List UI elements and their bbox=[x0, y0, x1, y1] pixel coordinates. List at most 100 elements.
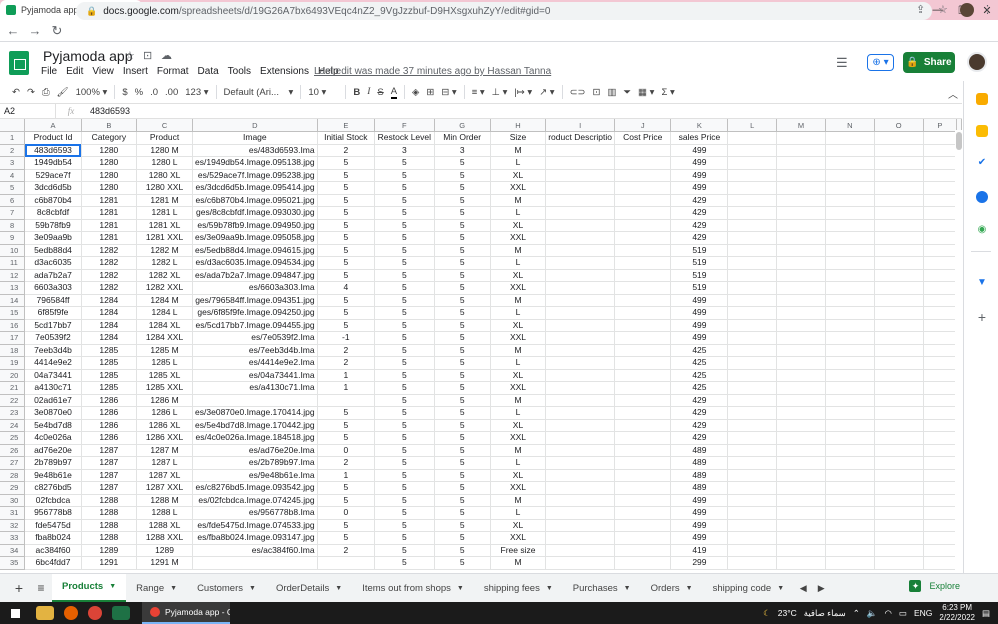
grid-cell[interactable]: 499 bbox=[670, 294, 729, 307]
grid-cell[interactable] bbox=[192, 556, 318, 570]
grid-cell[interactable] bbox=[776, 531, 826, 545]
grid-cell[interactable] bbox=[545, 506, 615, 520]
profile-avatar[interactable] bbox=[960, 3, 974, 17]
grid-cell[interactable]: 2 bbox=[317, 456, 376, 470]
grid-cell[interactable] bbox=[923, 394, 958, 407]
header-cell[interactable] bbox=[825, 131, 875, 145]
grid-cell[interactable] bbox=[825, 394, 875, 407]
grid-cell[interactable]: 5 bbox=[434, 381, 491, 395]
grid-cell[interactable]: 1287 bbox=[81, 444, 138, 457]
grid-cell[interactable] bbox=[317, 556, 376, 570]
grid-cell[interactable] bbox=[825, 356, 875, 370]
menu-item[interactable]: Format bbox=[157, 66, 189, 77]
grid-cell[interactable] bbox=[614, 506, 672, 520]
grid-cell[interactable] bbox=[874, 394, 924, 407]
grid-cell[interactable] bbox=[874, 406, 924, 420]
text-wrap-icon[interactable]: |↦ ▾ bbox=[514, 87, 532, 98]
row-header[interactable]: 26 bbox=[0, 444, 26, 457]
grid-cell[interactable] bbox=[545, 494, 615, 507]
grid-cell[interactable] bbox=[776, 456, 826, 470]
column-header[interactable]: P bbox=[923, 119, 958, 132]
grid-cell[interactable]: 1282 bbox=[81, 244, 138, 257]
row-header[interactable]: 31 bbox=[0, 506, 26, 520]
grid-cell[interactable] bbox=[776, 269, 826, 282]
grid-cell[interactable]: a4130c71 bbox=[24, 381, 82, 395]
grid-cell[interactable] bbox=[776, 306, 826, 320]
print-icon[interactable]: ⎙ bbox=[42, 87, 50, 98]
grid-cell[interactable] bbox=[727, 556, 777, 570]
grid-cell[interactable] bbox=[614, 256, 672, 270]
grid-cell[interactable]: es/5e4bd7d8.Image.170442.jpg bbox=[192, 419, 318, 432]
grid-cell[interactable] bbox=[825, 244, 875, 257]
grid-cell[interactable]: 1282 bbox=[81, 269, 138, 282]
grid-cell[interactable] bbox=[825, 306, 875, 320]
grid-cell[interactable]: 5 bbox=[374, 269, 435, 282]
grid-cell[interactable] bbox=[923, 356, 958, 370]
column-header[interactable]: A bbox=[24, 119, 82, 132]
user-avatar[interactable] bbox=[967, 52, 987, 72]
filter-views-icon[interactable]: ▦ ▾ bbox=[638, 87, 654, 98]
grid-cell[interactable]: L bbox=[490, 356, 547, 370]
input-language[interactable]: ENG bbox=[914, 608, 932, 618]
grid-cell[interactable] bbox=[874, 369, 924, 382]
grid-cell[interactable] bbox=[923, 456, 958, 470]
taskbar-chrome-window[interactable]: Pyjamoda app - Go... bbox=[142, 602, 230, 624]
grid-cell[interactable] bbox=[727, 169, 777, 182]
grid-cell[interactable]: 6bc4fdd7 bbox=[24, 556, 82, 570]
grid-cell[interactable]: 02ad61e7 bbox=[24, 394, 82, 407]
vertical-scrollbar[interactable] bbox=[955, 130, 963, 572]
header-cell[interactable]: roduct Descriptio bbox=[545, 131, 615, 145]
grid-cell[interactable]: 5 bbox=[374, 369, 435, 382]
grid-cell[interactable]: 5 bbox=[317, 294, 376, 307]
grid-cell[interactable]: es/3e0870e0.Image.170414.jpg bbox=[192, 406, 318, 420]
grid-cell[interactable]: es/04a73441.Ima bbox=[192, 369, 318, 382]
grid-cell[interactable] bbox=[614, 306, 672, 320]
grid-cell[interactable] bbox=[545, 481, 615, 495]
grid-cell[interactable] bbox=[545, 281, 615, 295]
contacts-icon[interactable] bbox=[976, 191, 988, 203]
grid-cell[interactable]: 1288 L bbox=[136, 506, 194, 520]
grid-cell[interactable] bbox=[776, 256, 826, 270]
grid-cell[interactable]: 5 bbox=[374, 281, 435, 295]
header-cell[interactable] bbox=[874, 131, 924, 145]
grid-cell[interactable]: L bbox=[490, 456, 547, 470]
grid-cell[interactable]: c8276bd5 bbox=[24, 481, 82, 495]
grid-cell[interactable] bbox=[923, 544, 958, 557]
grid-cell[interactable]: 1285 XL bbox=[136, 369, 194, 382]
grid-cell[interactable]: L bbox=[490, 206, 547, 220]
grid-cell[interactable]: 1288 bbox=[81, 494, 138, 507]
grid-cell[interactable] bbox=[874, 219, 924, 232]
grid-cell[interactable]: es/2b789b97.Ima bbox=[192, 456, 318, 470]
grid-cell[interactable] bbox=[192, 394, 318, 407]
grid-cell[interactable] bbox=[614, 219, 672, 232]
grid-cell[interactable]: 5 bbox=[317, 194, 376, 207]
grid-cell[interactable] bbox=[545, 169, 615, 182]
italic-button[interactable]: I bbox=[367, 87, 370, 97]
grid-cell[interactable] bbox=[825, 494, 875, 507]
grid-cell[interactable] bbox=[825, 519, 875, 532]
grid-cell[interactable]: 5 bbox=[434, 469, 491, 482]
functions-icon[interactable]: Σ ▾ bbox=[661, 87, 674, 98]
sheet-tab[interactable]: shipping fees ▼ bbox=[474, 574, 563, 603]
grid-cell[interactable]: 1286 L bbox=[136, 406, 194, 420]
grid-cell[interactable]: 1289 bbox=[136, 544, 194, 557]
grid-cell[interactable]: 5 bbox=[374, 419, 435, 432]
grid-cell[interactable] bbox=[874, 169, 924, 182]
grid-cell[interactable]: 5 bbox=[434, 406, 491, 420]
grid-cell[interactable]: 2 bbox=[317, 356, 376, 370]
row-header[interactable]: 3 bbox=[0, 156, 26, 170]
formula-input[interactable]: 483d6593 bbox=[86, 106, 130, 116]
grid-cell[interactable] bbox=[874, 506, 924, 520]
grid-cell[interactable] bbox=[923, 156, 958, 170]
grid-cell[interactable] bbox=[545, 531, 615, 545]
grid-cell[interactable] bbox=[614, 519, 672, 532]
grid-cell[interactable] bbox=[776, 181, 826, 195]
grid-cell[interactable] bbox=[545, 244, 615, 257]
grid-cell[interactable]: 5 bbox=[434, 206, 491, 220]
grid-cell[interactable]: es/3e09aa9b.Image.095058.jpg bbox=[192, 231, 318, 245]
row-header[interactable]: 30 bbox=[0, 494, 26, 507]
grid-cell[interactable] bbox=[776, 381, 826, 395]
grid-cell[interactable] bbox=[923, 281, 958, 295]
grid-cell[interactable]: 1289 bbox=[81, 544, 138, 557]
grid-cell[interactable] bbox=[614, 331, 672, 345]
